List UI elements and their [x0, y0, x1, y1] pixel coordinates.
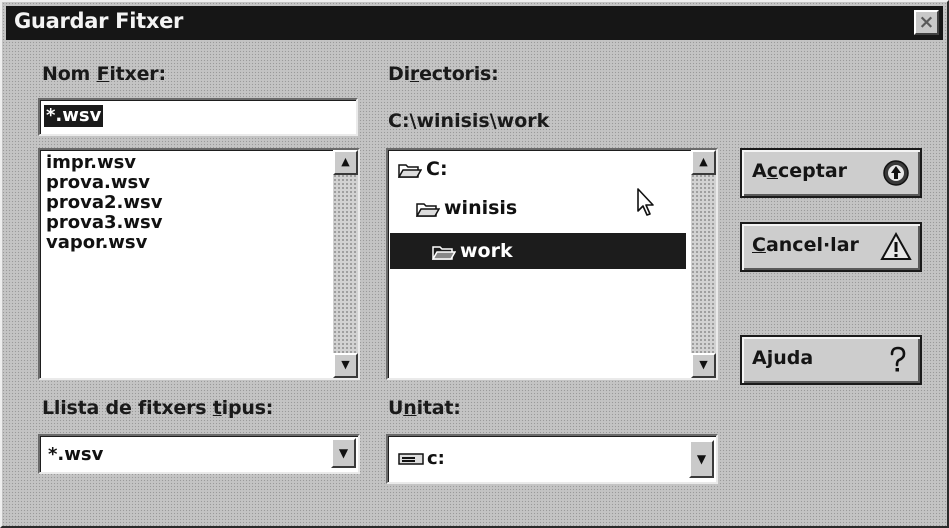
scroll-up-button[interactable]: ▲ [691, 150, 716, 175]
hard-drive-icon [398, 453, 424, 465]
filename-input-value: *.wsv [44, 105, 104, 127]
chevron-down-icon: ▼ [338, 446, 349, 460]
scroll-up-button[interactable]: ▲ [333, 150, 358, 175]
directory-item-c[interactable]: C: [398, 157, 448, 181]
open-folder-icon [416, 202, 440, 217]
drive-label: Unitat: [388, 397, 461, 419]
current-path: C:\winisis\work [388, 110, 550, 132]
title-bar[interactable]: Guardar Fitxer × [6, 6, 943, 40]
open-folder-icon [432, 245, 456, 260]
directories-label: Directoris: [388, 63, 499, 85]
help-button-label: Ajuda [752, 347, 814, 369]
filename-input[interactable]: *.wsv [38, 98, 358, 136]
warning-triangle-icon [880, 231, 912, 260]
close-button[interactable]: × [914, 10, 939, 35]
filetype-select[interactable]: *.wsv ▼ [38, 434, 360, 474]
file-list[interactable]: impr.wsv prova.wsv prova2.wsv prova3.wsv… [38, 148, 360, 380]
list-item[interactable]: vapor.wsv [46, 232, 147, 254]
directory-item-work-selected[interactable]: work [390, 233, 686, 269]
scroll-up-arrow-icon: ▲ [341, 155, 350, 168]
filetype-select-value: *.wsv [48, 444, 104, 465]
filetype-label: Llista de fitxers tipus: [42, 397, 274, 419]
accept-button-label: Acceptar [752, 160, 848, 182]
chevron-down-icon: ▼ [696, 452, 707, 466]
mouse-pointer-icon [637, 188, 654, 216]
drive-select[interactable]: c: ▼ [386, 434, 718, 484]
list-item[interactable]: impr.wsv [46, 152, 136, 174]
cancel-button-label: Cancel·lar [752, 234, 859, 256]
list-item[interactable]: prova.wsv [46, 172, 150, 194]
open-folder-icon [398, 163, 422, 178]
list-item[interactable]: prova3.wsv [46, 212, 162, 234]
list-item[interactable]: prova2.wsv [46, 192, 162, 214]
scroll-down-arrow-icon: ▼ [699, 358, 708, 371]
dialog-title: Guardar Fitxer [14, 9, 184, 33]
file-list-scrollbar[interactable]: ▲ ▼ [333, 150, 358, 378]
directory-item-work: work [432, 239, 513, 263]
directory-list[interactable]: C: winisis work ▲ ▼ [386, 148, 718, 380]
up-arrow-circle-icon [883, 160, 909, 186]
help-button[interactable]: Ajuda [740, 335, 922, 385]
scroll-down-button[interactable]: ▼ [333, 353, 358, 378]
scroll-up-arrow-icon: ▲ [699, 155, 708, 168]
save-file-dialog: Guardar Fitxer × Nom Fitxer: *.wsv impr.… [0, 0, 949, 528]
filetype-dropdown-button[interactable]: ▼ [331, 438, 356, 468]
drive-select-value: c: [398, 448, 445, 469]
close-icon: × [918, 11, 935, 33]
drive-dropdown-button[interactable]: ▼ [689, 440, 714, 478]
directory-list-scrollbar[interactable]: ▲ ▼ [691, 150, 716, 378]
question-mark-icon [890, 346, 906, 372]
cancel-button[interactable]: Cancel·lar [740, 222, 922, 272]
scroll-down-button[interactable]: ▼ [691, 353, 716, 378]
accept-button[interactable]: Acceptar [740, 148, 922, 198]
filename-label: Nom Fitxer: [42, 63, 166, 85]
directory-item-winisis[interactable]: winisis [416, 196, 517, 220]
scroll-down-arrow-icon: ▼ [341, 358, 350, 371]
